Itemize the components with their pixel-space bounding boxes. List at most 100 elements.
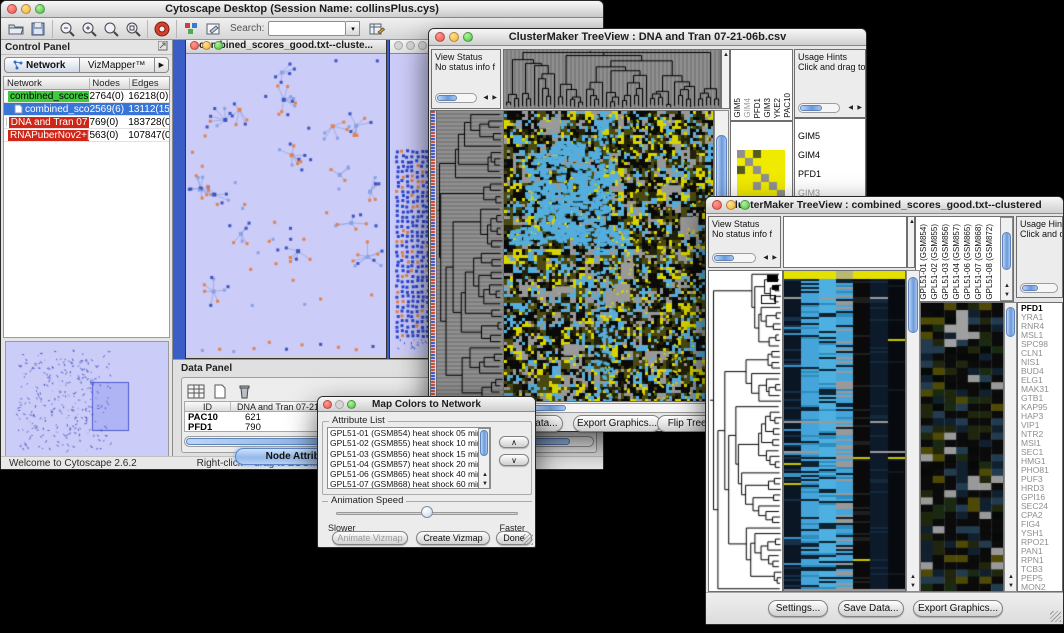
search-input[interactable] — [268, 21, 346, 36]
birdseye-view[interactable] — [5, 341, 169, 457]
arrow-right-icon[interactable]: ▶ — [857, 104, 862, 112]
zoom-icon[interactable] — [347, 400, 356, 409]
close-icon[interactable] — [323, 400, 332, 409]
settings-button[interactable]: Settings... — [768, 600, 828, 617]
resize-grip[interactable] — [522, 534, 533, 545]
attribute-item[interactable]: GPL51-02 (GSM855) heat shock 10 min — [328, 438, 490, 448]
tv2-secondary-heatmap[interactable] — [920, 302, 1004, 592]
help-lifering-icon[interactable] — [151, 19, 173, 39]
network-row-2-selected[interactable]: combined_sco 2569(6) 13112(15) — [4, 103, 169, 116]
view-status-scrollbar[interactable] — [712, 253, 756, 263]
usage-hints-scrollbar[interactable] — [1020, 283, 1058, 293]
main-titlebar[interactable]: Cytoscape Desktop (Session Name: collins… — [1, 1, 603, 18]
tv1-row-dendrogram[interactable] — [436, 110, 504, 402]
zoom-icon[interactable] — [740, 200, 750, 210]
arrow-up-icon[interactable]: ▲ — [910, 573, 916, 581]
arrow-right-icon[interactable]: ▶ — [492, 94, 497, 102]
arrow-up-icon[interactable]: ▲ — [482, 471, 488, 479]
zoom-fit-icon[interactable] — [100, 19, 122, 39]
arrow-down-icon[interactable]: ▼ — [910, 582, 916, 590]
attribute-table-icon[interactable] — [185, 381, 207, 401]
tv2-vertical-scrollbar[interactable]: ▲ ▼ — [906, 270, 920, 592]
tv1-column-dendrogram[interactable] — [503, 49, 721, 109]
treeview2-titlebar[interactable]: ClusterMaker TreeView : combined_scores_… — [706, 197, 1063, 214]
arrow-down-icon[interactable]: ▼ — [1008, 582, 1014, 590]
zoom-selected-icon[interactable] — [122, 19, 144, 39]
arrow-down-icon[interactable]: ▼ — [482, 480, 488, 488]
tv2-dendro-scroll-strip[interactable]: ▲ — [907, 216, 915, 268]
export-graphics-button[interactable]: Export Graphics... — [573, 415, 661, 432]
attribute-item[interactable]: GPL51-03 (GSM856) heat shock 15 min — [328, 449, 490, 459]
usage-hints-scrollbar[interactable] — [798, 103, 840, 113]
attribute-item[interactable]: GPL51-07 (GSM868) heat shock 60 min — [328, 479, 490, 489]
move-up-button[interactable]: ∧ — [499, 436, 529, 448]
column-label: GIM5 — [733, 98, 743, 118]
arrow-left-icon[interactable]: ◀ — [483, 94, 488, 102]
arrow-right-icon[interactable]: ▶ — [772, 254, 777, 262]
tv2-secondary-scrollbar[interactable]: ▲ ▼ — [1004, 302, 1017, 592]
attribute-item[interactable]: GPL51-04 (GSM857) heat shock 20 min — [328, 459, 490, 469]
attribute-item[interactable]: GPL51-06 (GSM865) heat shock 40 min — [328, 469, 490, 479]
treeview1-titlebar[interactable]: ClusterMaker TreeView : DNA and Tran 07-… — [429, 29, 866, 46]
float-panel-icon[interactable] — [158, 38, 168, 56]
attribute-list[interactable]: GPL51-01 (GSM854) heat shock 05 min GPL5… — [327, 427, 491, 489]
network-table-header[interactable]: Network Nodes Edges — [4, 77, 169, 90]
arrow-down-icon[interactable]: ▼ — [1004, 291, 1010, 299]
attribute-item[interactable]: GPL51-01 (GSM854) heat shock 05 min — [328, 428, 490, 438]
tv1-heatmap[interactable] — [503, 110, 714, 402]
arrow-left-icon[interactable]: ◀ — [848, 104, 853, 112]
save-data-button[interactable]: Save Data... — [838, 600, 904, 617]
move-down-button[interactable]: ∨ — [499, 454, 529, 466]
tv2-labels-scrollbar[interactable]: ▲ ▼ — [1000, 217, 1013, 301]
export-graphics-button[interactable]: Export Graphics... — [913, 600, 1003, 617]
speed-slider-thumb[interactable] — [421, 506, 433, 518]
network-window1-titlebar[interactable]: combined_scores_good.txt--cluste... — [186, 40, 386, 54]
tv2-column-dendrogram-area[interactable] — [783, 216, 907, 268]
close-icon[interactable] — [7, 4, 17, 14]
tv1-dendro-scroll-strip[interactable]: ▲ — [721, 49, 730, 109]
attribute-list-scrollbar[interactable]: ▲ ▼ — [478, 428, 490, 489]
vizmapper-icon[interactable] — [180, 19, 202, 39]
zoom-icon[interactable] — [214, 41, 223, 50]
arrow-up-icon[interactable]: ▲ — [1008, 573, 1014, 581]
minimize-icon[interactable] — [21, 4, 31, 14]
new-attribute-icon[interactable] — [209, 381, 231, 401]
column-label: PAC10 — [783, 93, 793, 118]
zoom-icon[interactable] — [35, 4, 45, 14]
annotation-icon[interactable] — [202, 19, 224, 39]
minimize-icon[interactable] — [726, 200, 736, 210]
tab-vizmapper[interactable]: VizMapper™ — [80, 57, 155, 73]
zoom-out-icon[interactable] — [56, 19, 78, 39]
delete-attribute-icon[interactable] — [233, 381, 255, 401]
minimize-icon[interactable] — [335, 400, 344, 409]
network-row-4[interactable]: RNAPuberNov2+| 563(0) 107847(0) — [4, 129, 169, 142]
resize-grip[interactable] — [1050, 611, 1061, 622]
open-file-icon[interactable] — [5, 19, 27, 39]
close-icon[interactable] — [712, 200, 722, 210]
animate-vizmap-button[interactable]: Animate Vizmap — [332, 531, 408, 545]
tab-network[interactable]: Network — [4, 57, 80, 73]
close-icon[interactable] — [190, 41, 199, 50]
arrow-up-icon[interactable]: ▲ — [1004, 282, 1010, 290]
minimize-icon[interactable] — [406, 41, 415, 50]
network-row-1[interactable]: combined_scores 2764(0) 16218(0) — [4, 90, 169, 103]
tv2-row-dendrogram[interactable] — [708, 270, 783, 592]
close-icon[interactable] — [435, 32, 445, 42]
save-icon[interactable] — [27, 19, 49, 39]
tab-overflow-button[interactable]: ▶ — [155, 57, 169, 73]
dialog-titlebar[interactable]: Map Colors to Network — [318, 397, 535, 412]
zoom-icon[interactable] — [418, 41, 427, 50]
view-status-scrollbar[interactable] — [435, 93, 477, 103]
zoom-in-icon[interactable] — [78, 19, 100, 39]
zoom-icon[interactable] — [463, 32, 473, 42]
arrow-left-icon[interactable]: ◀ — [763, 254, 768, 262]
minimize-icon[interactable] — [449, 32, 459, 42]
minimize-icon[interactable] — [202, 41, 211, 50]
table-edit-icon[interactable] — [366, 19, 388, 39]
network-view-canvas[interactable] — [186, 54, 386, 356]
search-dropdown-icon[interactable]: ▾ — [346, 21, 360, 36]
create-vizmap-button[interactable]: Create Vizmap — [416, 531, 490, 545]
network-row-3[interactable]: DNA and Tran 07 769(0) 183728(0) — [4, 116, 169, 129]
tv2-heatmap[interactable] — [783, 270, 906, 592]
close-icon[interactable] — [394, 41, 403, 50]
